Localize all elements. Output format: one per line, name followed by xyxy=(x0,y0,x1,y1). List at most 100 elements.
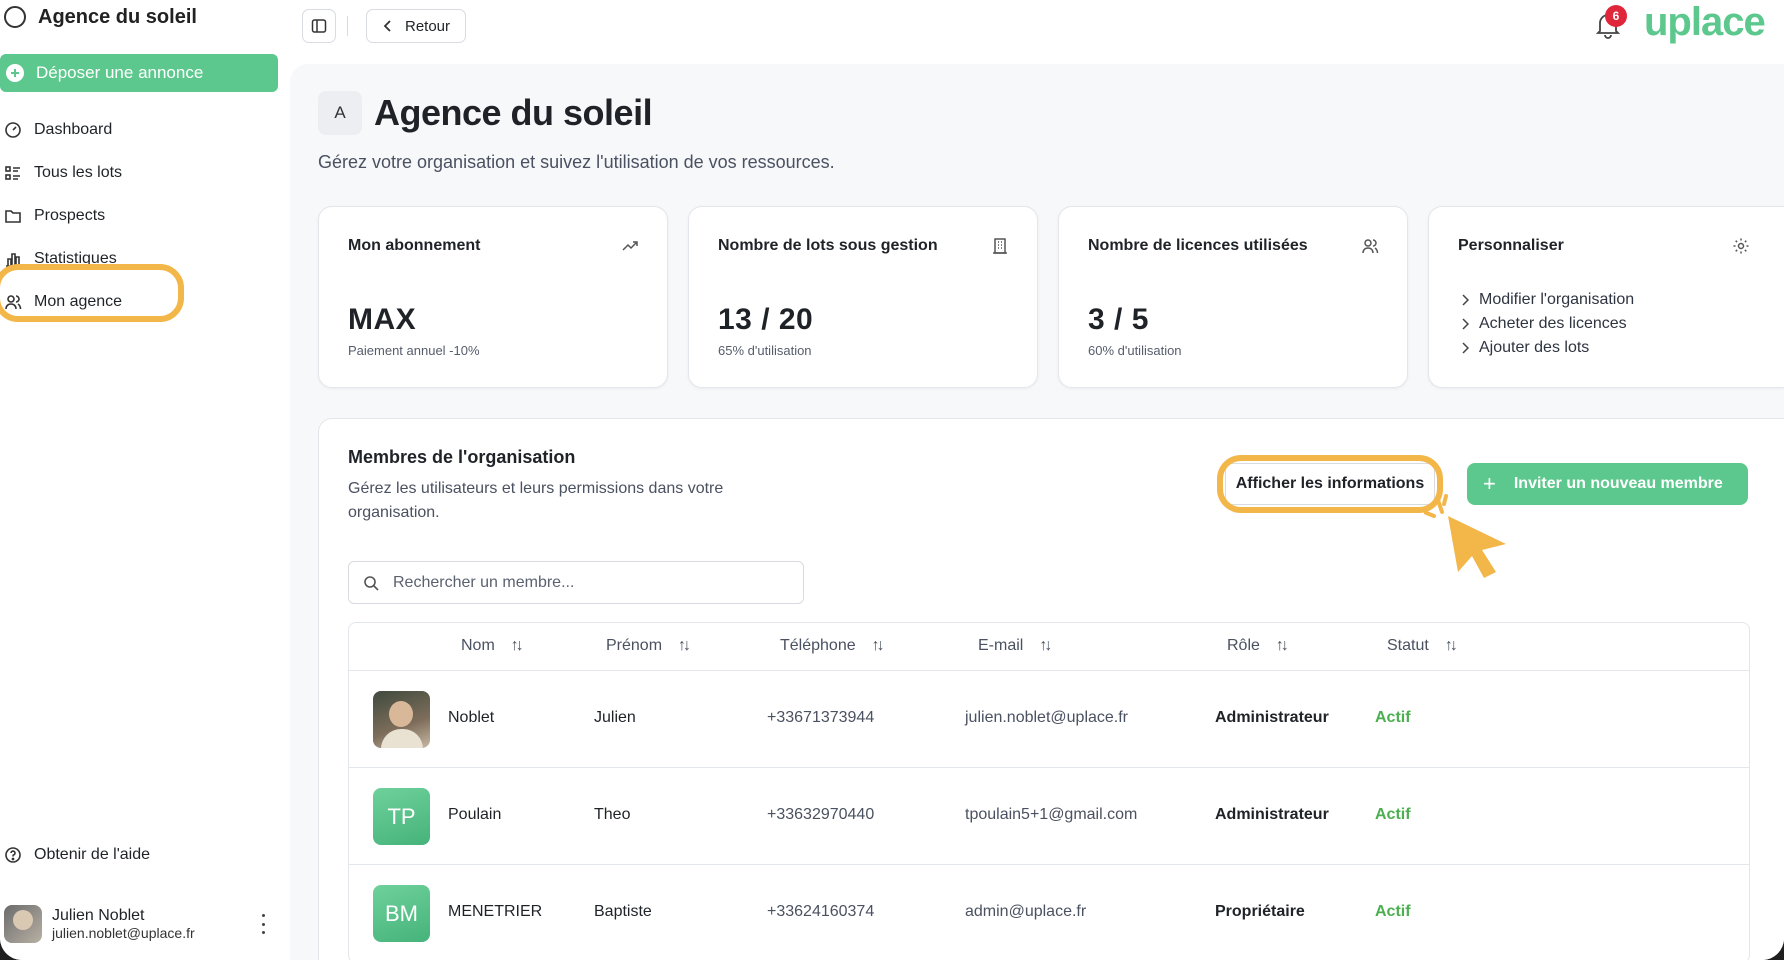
plus-circle-icon xyxy=(6,64,24,82)
licences-card: Nombre de licences utilisées 3 / 5 60% d… xyxy=(1058,206,1408,388)
customize-links: Modifier l'organisation Acheter des lice… xyxy=(1462,291,1634,357)
highlight-ring xyxy=(1217,455,1443,513)
pointer-cursor-icon xyxy=(1424,494,1506,578)
sidebar: Agence du soleil Déposer une annonce Das… xyxy=(0,0,288,960)
cell-nom: MENETRIER xyxy=(448,903,543,920)
plus-icon: + xyxy=(1483,471,1496,496)
cell-telephone: +33632970440 xyxy=(767,806,875,823)
avatar xyxy=(4,905,42,943)
link-label: Ajouter des lots xyxy=(1479,339,1590,356)
sidebar-item-dashboard[interactable]: Dashboard xyxy=(4,108,274,151)
panel-left-icon xyxy=(311,19,327,33)
main-content: A Agence du soleil Gérez votre organisat… xyxy=(290,64,1784,960)
column-header-telephone[interactable]: Téléphone ↑↓ xyxy=(780,637,885,655)
subscription-note: Paiement annuel -10% xyxy=(348,343,480,358)
trending-up-icon xyxy=(622,241,638,251)
sort-icon: ↑↓ xyxy=(678,637,691,654)
brand[interactable]: Agence du soleil xyxy=(4,4,197,30)
cell-prenom: Baptiste xyxy=(594,903,652,920)
back-button[interactable]: Retour xyxy=(366,9,466,43)
cell-email: tpoulain5+1@gmail.com xyxy=(965,806,1138,823)
uplace-logo[interactable]: uplace xyxy=(1644,0,1766,45)
sidebar-item-label: Dashboard xyxy=(34,120,113,138)
help-label: Obtenir de l'aide xyxy=(34,846,151,863)
user-email: julien.noblet@uplace.fr xyxy=(52,925,195,941)
column-header-email[interactable]: E-mail ↑↓ xyxy=(978,637,1052,655)
status-badge: Actif xyxy=(1375,903,1411,920)
sidebar-item-label: Prospects xyxy=(34,206,106,224)
card-title: Personnaliser xyxy=(1458,237,1564,254)
sort-icon: ↑↓ xyxy=(1039,637,1052,654)
card-title: Mon abonnement xyxy=(348,237,481,254)
column-header-statut[interactable]: Statut ↑↓ xyxy=(1387,637,1458,655)
link-label: Acheter des licences xyxy=(1479,315,1627,332)
members-description: Gérez les utilisateurs et leurs permissi… xyxy=(348,480,724,521)
sidebar-item-prospects[interactable]: Prospects xyxy=(4,194,274,237)
table-header: Nom ↑↓ Prénom ↑↓ Téléphone ↑↓ E-mail ↑↓ Rôle… xyxy=(349,623,1749,671)
page-subtitle: Gérez votre organisation et suivez l'uti… xyxy=(318,152,835,172)
members-table: Nom ↑↓ Prénom ↑↓ Téléphone ↑↓ E-mail ↑↓ Rôle… xyxy=(348,622,1750,960)
subscription-card: Mon abonnement MAX Paiement annuel -10% xyxy=(318,206,668,388)
cell-role: Administrateur xyxy=(1215,806,1329,823)
column-header-role[interactable]: Rôle ↑↓ xyxy=(1227,637,1289,655)
edit-organization-link[interactable]: Modifier l'organisation xyxy=(1462,291,1634,309)
table-row[interactable]: TP Poulain Theo +33632970440 tpoulain5+1… xyxy=(349,768,1749,865)
cell-role: Administrateur xyxy=(1215,709,1329,726)
cell-nom: Poulain xyxy=(448,806,502,823)
table-row[interactable]: Noblet Julien +33671373944 julien.noblet… xyxy=(349,671,1749,768)
user-profile[interactable]: Julien Noblet julien.noblet@uplace.fr xyxy=(4,904,274,944)
user-name: Julien Noblet xyxy=(52,907,145,924)
chevron-right-icon xyxy=(1462,318,1469,330)
members-panel: Membres de l'organisation Gérez les util… xyxy=(318,418,1784,960)
list-icon xyxy=(5,165,20,180)
sidebar-item-label: Tous les lots xyxy=(34,163,123,181)
cell-email: admin@uplace.fr xyxy=(965,903,1087,920)
more-vertical-icon[interactable] xyxy=(260,914,266,934)
sidebar-item-lots[interactable]: Tous les lots xyxy=(4,151,274,194)
cell-nom: Noblet xyxy=(448,709,495,726)
subscription-plan: MAX xyxy=(348,303,417,336)
cell-prenom: Theo xyxy=(594,806,631,823)
cell-role: Propriétaire xyxy=(1215,903,1305,920)
cell-telephone: +33671373944 xyxy=(767,709,875,726)
member-search-input[interactable]: Rechercher un membre... xyxy=(348,561,804,604)
sort-icon: ↑↓ xyxy=(871,637,885,654)
agency-logo-icon xyxy=(4,6,26,28)
avatar: BM xyxy=(373,885,430,942)
link-label: Modifier l'organisation xyxy=(1479,291,1635,308)
table-row[interactable]: BM MENETRIER Baptiste +33624160374 admin… xyxy=(349,865,1749,960)
page-title: Agence du soleil xyxy=(374,92,653,133)
gauge-icon xyxy=(5,121,21,138)
card-title: Nombre de licences utilisées xyxy=(1088,237,1308,254)
chevron-right-icon xyxy=(1462,342,1469,354)
post-listing-label: Déposer une annonce xyxy=(36,63,204,82)
column-header-nom[interactable]: Nom ↑↓ xyxy=(461,637,524,655)
column-header-prenom[interactable]: Prénom ↑↓ xyxy=(606,637,691,655)
org-initial-badge: A xyxy=(318,91,362,135)
post-listing-button[interactable]: Déposer une annonce xyxy=(0,54,278,92)
licences-usage: 60% d'utilisation xyxy=(1088,343,1182,358)
cell-email: julien.noblet@uplace.fr xyxy=(965,709,1129,726)
toggle-sidebar-button[interactable] xyxy=(302,9,336,43)
gear-icon[interactable] xyxy=(1732,237,1750,255)
add-lots-link[interactable]: Ajouter des lots xyxy=(1462,339,1634,357)
brand-name: Agence du soleil xyxy=(38,5,197,28)
buy-licences-link[interactable]: Acheter des licences xyxy=(1462,315,1634,333)
back-label: Retour xyxy=(405,17,451,35)
sort-icon: ↑↓ xyxy=(1275,637,1289,654)
status-badge: Actif xyxy=(1375,709,1411,726)
building-icon xyxy=(993,238,1007,254)
notification-badge: 6 xyxy=(1605,5,1627,27)
users-icon xyxy=(1362,239,1379,254)
help-link[interactable]: Obtenir de l'aide xyxy=(4,846,150,864)
chevron-right-icon xyxy=(1462,294,1469,306)
avatar: TP xyxy=(373,788,430,845)
page-header: A Agence du soleil xyxy=(318,91,653,135)
search-icon xyxy=(364,575,379,591)
sort-icon: ↑↓ xyxy=(510,637,524,654)
folder-icon xyxy=(5,209,21,223)
card-title: Nombre de lots sous gestion xyxy=(718,237,938,254)
lots-count: 13 / 20 xyxy=(718,303,814,336)
avatar xyxy=(373,691,430,748)
licences-count: 3 / 5 xyxy=(1088,303,1149,336)
